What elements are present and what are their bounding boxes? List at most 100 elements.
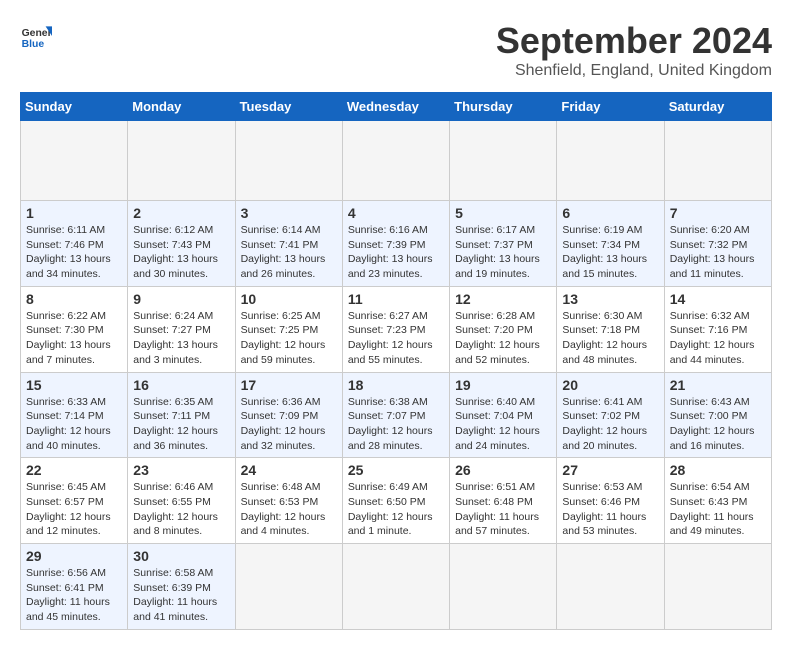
cell-info: Sunrise: 6:58 AM Sunset: 6:39 PM Dayligh…	[133, 566, 229, 625]
logo: General Blue	[20, 20, 52, 52]
cell-info: Sunrise: 6:19 AM Sunset: 7:34 PM Dayligh…	[562, 223, 658, 282]
calendar-cell	[128, 121, 235, 201]
cell-info: Sunrise: 6:12 AM Sunset: 7:43 PM Dayligh…	[133, 223, 229, 282]
col-thursday: Thursday	[450, 93, 557, 121]
calendar-cell: 26 Sunrise: 6:51 AM Sunset: 6:48 PM Dayli…	[450, 458, 557, 544]
calendar-cell	[557, 544, 664, 630]
svg-text:General: General	[22, 28, 52, 39]
day-number: 14	[670, 291, 766, 307]
day-number: 28	[670, 462, 766, 478]
calendar-cell: 4Sunrise: 6:16 AM Sunset: 7:39 PM Daylig…	[342, 201, 449, 287]
calendar-week-1: 1Sunrise: 6:11 AM Sunset: 7:46 PM Daylig…	[21, 201, 772, 287]
calendar-cell: 19 Sunrise: 6:40 AM Sunset: 7:04 PM Dayli…	[450, 372, 557, 458]
col-tuesday: Tuesday	[235, 93, 342, 121]
calendar-cell	[342, 121, 449, 201]
col-monday: Monday	[128, 93, 235, 121]
cell-info: Sunrise: 6:30 AM Sunset: 7:18 PM Dayligh…	[562, 309, 658, 368]
day-number: 27	[562, 462, 658, 478]
location-title: Shenfield, England, United Kingdom	[496, 62, 772, 80]
day-number: 16	[133, 377, 229, 393]
day-number: 11	[348, 291, 444, 307]
col-sunday: Sunday	[21, 93, 128, 121]
calendar-cell: 7 Sunrise: 6:20 AM Sunset: 7:32 PM Daylig…	[664, 201, 771, 287]
day-number: 13	[562, 291, 658, 307]
cell-info: Sunrise: 6:35 AM Sunset: 7:11 PM Dayligh…	[133, 395, 229, 454]
cell-info: Sunrise: 6:27 AM Sunset: 7:23 PM Dayligh…	[348, 309, 444, 368]
calendar-week-3: 15 Sunrise: 6:33 AM Sunset: 7:14 PM Dayli…	[21, 372, 772, 458]
cell-info: Sunrise: 6:33 AM Sunset: 7:14 PM Dayligh…	[26, 395, 122, 454]
day-number: 25	[348, 462, 444, 478]
col-saturday: Saturday	[664, 93, 771, 121]
calendar-week-4: 22 Sunrise: 6:45 AM Sunset: 6:57 PM Dayli…	[21, 458, 772, 544]
day-number: 7	[670, 205, 766, 221]
cell-info: Sunrise: 6:43 AM Sunset: 7:00 PM Dayligh…	[670, 395, 766, 454]
cell-info: Sunrise: 6:45 AM Sunset: 6:57 PM Dayligh…	[26, 480, 122, 539]
calendar-cell: 12 Sunrise: 6:28 AM Sunset: 7:20 PM Dayli…	[450, 286, 557, 372]
calendar-week-0	[21, 121, 772, 201]
cell-info: Sunrise: 6:56 AM Sunset: 6:41 PM Dayligh…	[26, 566, 122, 625]
day-number: 23	[133, 462, 229, 478]
day-number: 6	[562, 205, 658, 221]
calendar-cell: 20Sunrise: 6:41 AM Sunset: 7:02 PM Dayli…	[557, 372, 664, 458]
day-number: 24	[241, 462, 337, 478]
calendar-cell: 28 Sunrise: 6:54 AM Sunset: 6:43 PM Dayli…	[664, 458, 771, 544]
calendar-cell: 17Sunrise: 6:36 AM Sunset: 7:09 PM Dayli…	[235, 372, 342, 458]
cell-info: Sunrise: 6:51 AM Sunset: 6:48 PM Dayligh…	[455, 480, 551, 539]
cell-info: Sunrise: 6:53 AM Sunset: 6:46 PM Dayligh…	[562, 480, 658, 539]
calendar-cell	[342, 544, 449, 630]
cell-info: Sunrise: 6:46 AM Sunset: 6:55 PM Dayligh…	[133, 480, 229, 539]
calendar-table: Sunday Monday Tuesday Wednesday Thursday…	[20, 92, 772, 630]
calendar-cell: 25Sunrise: 6:49 AM Sunset: 6:50 PM Dayli…	[342, 458, 449, 544]
calendar-week-5: 29Sunrise: 6:56 AM Sunset: 6:41 PM Dayli…	[21, 544, 772, 630]
day-number: 18	[348, 377, 444, 393]
calendar-cell: 23 Sunrise: 6:46 AM Sunset: 6:55 PM Dayli…	[128, 458, 235, 544]
calendar-cell: 18Sunrise: 6:38 AM Sunset: 7:07 PM Dayli…	[342, 372, 449, 458]
day-number: 5	[455, 205, 551, 221]
cell-info: Sunrise: 6:20 AM Sunset: 7:32 PM Dayligh…	[670, 223, 766, 282]
day-number: 4	[348, 205, 444, 221]
day-number: 8	[26, 291, 122, 307]
calendar-cell: 13 Sunrise: 6:30 AM Sunset: 7:18 PM Dayli…	[557, 286, 664, 372]
day-number: 10	[241, 291, 337, 307]
calendar-cell: 21 Sunrise: 6:43 AM Sunset: 7:00 PM Dayli…	[664, 372, 771, 458]
calendar-cell: 10Sunrise: 6:25 AM Sunset: 7:25 PM Dayli…	[235, 286, 342, 372]
cell-info: Sunrise: 6:24 AM Sunset: 7:27 PM Dayligh…	[133, 309, 229, 368]
month-title: September 2024	[496, 20, 772, 62]
calendar-cell	[450, 121, 557, 201]
calendar-cell: 30 Sunrise: 6:58 AM Sunset: 6:39 PM Dayli…	[128, 544, 235, 630]
calendar-cell	[450, 544, 557, 630]
cell-info: Sunrise: 6:54 AM Sunset: 6:43 PM Dayligh…	[670, 480, 766, 539]
calendar-cell: 27 Sunrise: 6:53 AM Sunset: 6:46 PM Dayli…	[557, 458, 664, 544]
header: General Blue September 2024 Shenfield, E…	[20, 20, 772, 80]
cell-info: Sunrise: 6:14 AM Sunset: 7:41 PM Dayligh…	[241, 223, 337, 282]
day-number: 30	[133, 548, 229, 564]
day-number: 19	[455, 377, 551, 393]
calendar-cell	[557, 121, 664, 201]
calendar-cell: 6 Sunrise: 6:19 AM Sunset: 7:34 PM Daylig…	[557, 201, 664, 287]
calendar-cell	[235, 544, 342, 630]
cell-info: Sunrise: 6:40 AM Sunset: 7:04 PM Dayligh…	[455, 395, 551, 454]
calendar-cell: 14Sunrise: 6:32 AM Sunset: 7:16 PM Dayli…	[664, 286, 771, 372]
cell-info: Sunrise: 6:17 AM Sunset: 7:37 PM Dayligh…	[455, 223, 551, 282]
calendar-cell: 1Sunrise: 6:11 AM Sunset: 7:46 PM Daylig…	[21, 201, 128, 287]
calendar-cell: 11 Sunrise: 6:27 AM Sunset: 7:23 PM Dayli…	[342, 286, 449, 372]
day-number: 15	[26, 377, 122, 393]
calendar-cell	[664, 121, 771, 201]
calendar-cell	[235, 121, 342, 201]
day-number: 17	[241, 377, 337, 393]
day-number: 12	[455, 291, 551, 307]
day-number: 2	[133, 205, 229, 221]
cell-info: Sunrise: 6:28 AM Sunset: 7:20 PM Dayligh…	[455, 309, 551, 368]
calendar-cell: 29Sunrise: 6:56 AM Sunset: 6:41 PM Dayli…	[21, 544, 128, 630]
day-number: 26	[455, 462, 551, 478]
cell-info: Sunrise: 6:41 AM Sunset: 7:02 PM Dayligh…	[562, 395, 658, 454]
calendar-cell: 15 Sunrise: 6:33 AM Sunset: 7:14 PM Dayli…	[21, 372, 128, 458]
day-number: 9	[133, 291, 229, 307]
day-number: 22	[26, 462, 122, 478]
day-number: 21	[670, 377, 766, 393]
calendar-cell: 24Sunrise: 6:48 AM Sunset: 6:53 PM Dayli…	[235, 458, 342, 544]
calendar-cell: 8Sunrise: 6:22 AM Sunset: 7:30 PM Daylig…	[21, 286, 128, 372]
calendar-cell: 16 Sunrise: 6:35 AM Sunset: 7:11 PM Dayli…	[128, 372, 235, 458]
calendar-week-2: 8Sunrise: 6:22 AM Sunset: 7:30 PM Daylig…	[21, 286, 772, 372]
title-area: September 2024 Shenfield, England, Unite…	[496, 20, 772, 80]
